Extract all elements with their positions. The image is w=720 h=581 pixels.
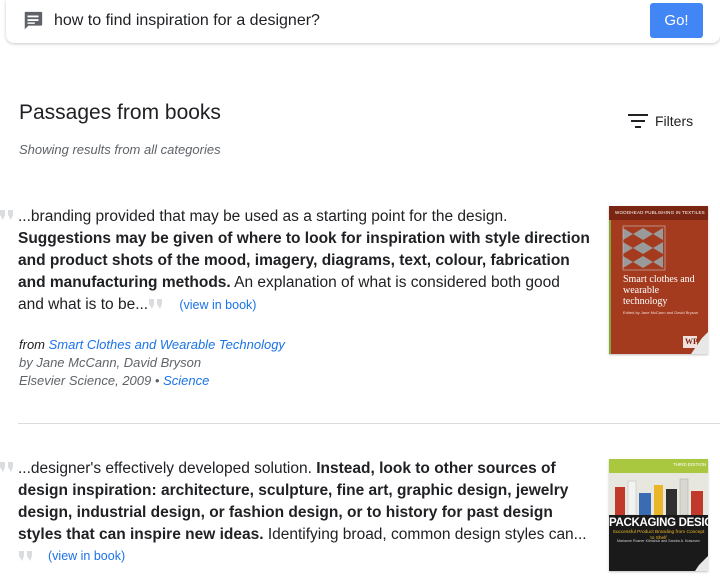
book-cover-art <box>609 459 708 571</box>
from-label: from <box>19 337 45 352</box>
passage-lead: ...branding provided that may be used as… <box>18 208 508 225</box>
filters-button[interactable]: Filters <box>628 111 693 131</box>
cover-title-text: PACKAGING DESIGN <box>609 517 708 529</box>
category-link[interactable]: Science <box>163 373 209 388</box>
cover-title-text: Smart clothes and wearable technology <box>623 274 695 307</box>
book-authors: by Jane McCann, David Bryson <box>19 355 202 370</box>
feedback-chat-icon <box>24 11 43 30</box>
cover-series-text: WOODHEAD PUBLISHING IN TEXTILES <box>615 210 705 215</box>
view-in-book-link[interactable]: (view in book) <box>179 298 256 312</box>
passage-lead: ...designer's effectively developed solu… <box>18 460 317 477</box>
close-quote-icon <box>149 299 163 309</box>
book-publisher: Elsevier Science, 2009 • Science <box>19 372 209 390</box>
cover-publisher-mark: WP <box>685 337 698 346</box>
cover-editors-text: Edited by Jane McCann and David Bryson <box>623 310 699 315</box>
meta-separator: • <box>154 373 160 388</box>
page-title: Passages from books <box>19 101 221 124</box>
result-divider <box>18 423 720 424</box>
filters-label: Filters <box>655 113 694 129</box>
results-scope-note: Showing results from all categories <box>19 142 221 157</box>
cover-authors-text: Marianne Rosner Klimchuk and Sandra A. K… <box>617 539 700 543</box>
close-quote-icon <box>19 551 32 561</box>
book-title-link[interactable]: Smart Clothes and Wearable Technology <box>49 337 285 352</box>
search-bar: how to find inspiration for a designer? … <box>6 0 720 43</box>
passage-text: ...branding provided that may be used as… <box>18 206 590 316</box>
book-cover-thumbnail[interactable]: THIRD EDITION PACKAGING DESIGN Successfu… <box>609 459 708 571</box>
cover-edition-text: THIRD EDITION <box>673 462 707 467</box>
view-in-book-link[interactable]: (view in book) <box>48 549 125 563</box>
book-cover-thumbnail[interactable]: WOODHEAD PUBLISHING IN TEXTILES Smart cl… <box>609 206 708 354</box>
filter-icon <box>628 114 648 128</box>
go-button[interactable]: Go! <box>650 3 703 38</box>
book-source: from Smart Clothes and Wearable Technolo… <box>19 336 285 354</box>
open-quote-icon <box>0 462 13 472</box>
search-input[interactable]: how to find inspiration for a designer? <box>54 12 320 30</box>
open-quote-icon <box>0 210 13 220</box>
publisher-year: Elsevier Science, 2009 <box>19 373 152 388</box>
passage-tail: Identifying broad, common design styles … <box>263 526 587 543</box>
